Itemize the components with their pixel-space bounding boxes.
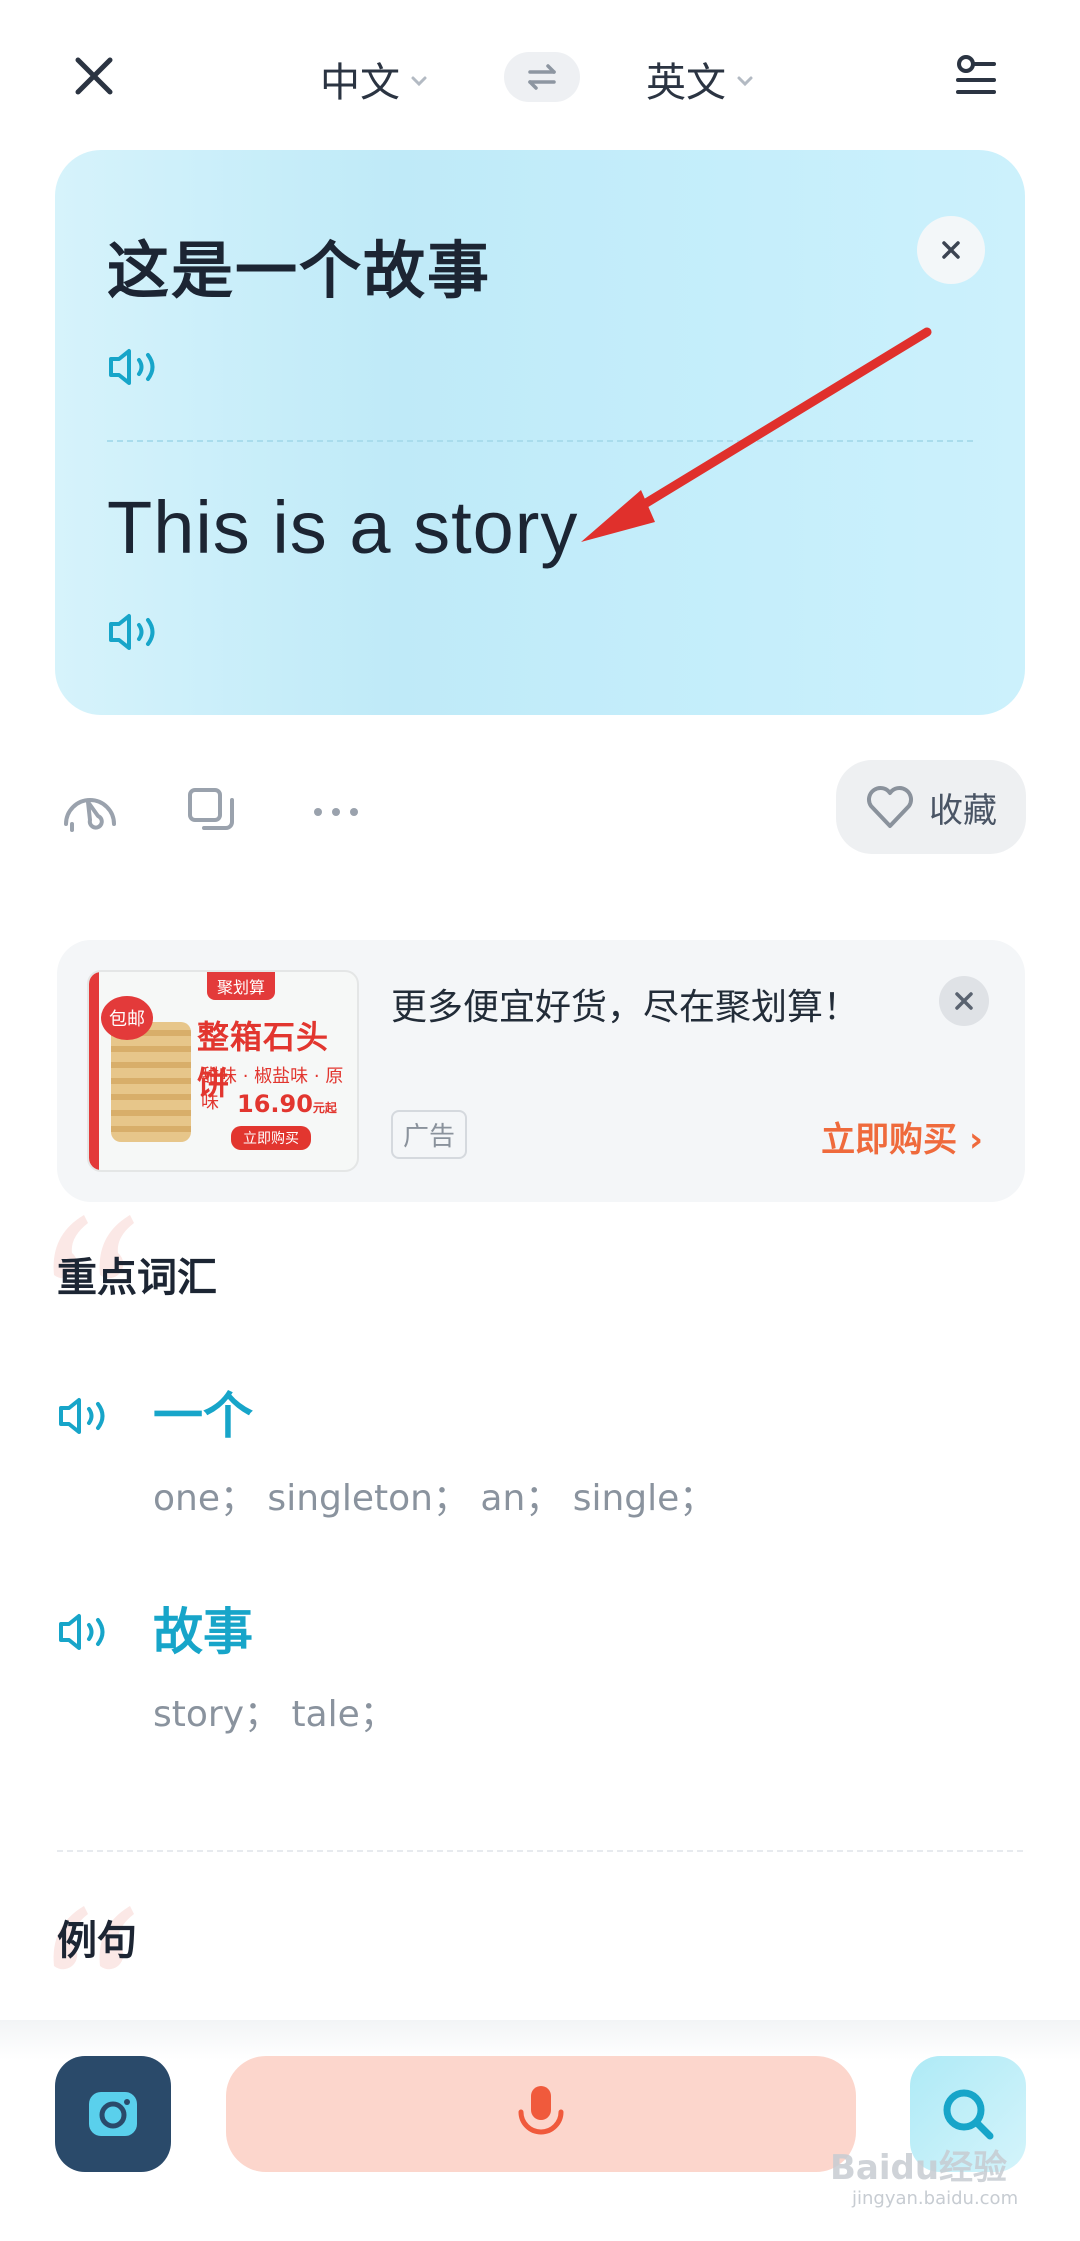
ad-tag: 广告 <box>391 1110 468 1159</box>
speaker-icon <box>59 1614 105 1650</box>
clear-input-button[interactable] <box>917 216 985 284</box>
vocab-term[interactable]: 故事 <box>153 1592 253 1664</box>
palette-icon <box>64 798 116 832</box>
speaker-icon <box>109 614 155 650</box>
translation-card: 这是一个故事 This is a story <box>55 150 1025 715</box>
close-button[interactable] <box>70 52 118 100</box>
ad-image-price: 16.90元起 <box>237 1090 337 1118</box>
speaker-icon <box>59 1398 105 1434</box>
camera-translate-button[interactable] <box>55 2056 171 2172</box>
more-dots-icon <box>314 808 358 816</box>
ad-image-product <box>111 1022 191 1142</box>
source-language-selector[interactable]: 中文 <box>320 50 430 108</box>
ad-card[interactable]: 聚划算 包邮 整箱石头饼 甜味 · 椒盐味 · 原味 16.90元起 立即购买 … <box>57 940 1025 1202</box>
swap-languages-button[interactable] <box>504 52 580 102</box>
play-translation-audio-button[interactable] <box>107 610 163 654</box>
source-language-label: 中文 <box>320 60 400 106</box>
ad-image[interactable]: 聚划算 包邮 整箱石头饼 甜味 · 椒盐味 · 原味 16.90元起 立即购买 <box>87 970 359 1172</box>
copy-icon <box>188 788 234 830</box>
voice-input-button[interactable] <box>226 2056 856 2172</box>
close-icon <box>942 241 960 259</box>
examples-title: 例句 <box>57 1918 137 1964</box>
vocab-audio-button[interactable] <box>57 1610 113 1654</box>
ad-headline: 更多便宜好货，尽在聚划算！ <box>391 987 860 1028</box>
copy-button[interactable] <box>180 780 244 844</box>
vocab-definitions: story； tale； <box>153 1694 396 1735</box>
result-actions: 收藏 <box>0 760 1080 860</box>
ad-image-price-unit: 元起 <box>312 1101 337 1115</box>
play-source-audio-button[interactable] <box>107 345 163 389</box>
ad-image-bag-label: 包邮 <box>101 996 153 1040</box>
translated-text: This is a story <box>107 486 579 569</box>
top-bar: 中文 英文 <box>0 0 1080 150</box>
camera-icon <box>89 2092 137 2136</box>
card-divider <box>107 440 973 442</box>
watermark: Baidu经验 <box>830 2148 1008 2188</box>
ad-image-price-value: 16.90 <box>237 1090 313 1118</box>
vocab-audio-button[interactable] <box>57 1394 113 1438</box>
content-fade <box>0 2020 1080 2060</box>
heart-icon <box>867 786 913 828</box>
ad-image-badge: 聚划算 <box>207 972 276 1000</box>
chevron-down-icon <box>737 76 753 87</box>
section-divider <box>57 1850 1023 1852</box>
style-button[interactable] <box>58 780 122 844</box>
ad-close-button[interactable] <box>939 976 989 1026</box>
favorite-label: 收藏 <box>929 790 997 831</box>
speaker-icon <box>109 349 155 385</box>
vocab-term[interactable]: 一个 <box>153 1376 253 1448</box>
vocabulary-title: 重点词汇 <box>57 1255 217 1301</box>
settings-sliders-icon <box>956 55 996 94</box>
source-text[interactable]: 这是一个故事 <box>107 220 491 310</box>
ad-buy-now-link[interactable]: 立即购买 › <box>821 1112 983 1161</box>
swap-icon <box>528 64 556 90</box>
more-options-button[interactable] <box>304 780 368 844</box>
vocab-definitions: one； singleton； an； single； <box>153 1478 716 1519</box>
favorite-button[interactable]: 收藏 <box>836 760 1026 854</box>
chevron-down-icon <box>411 76 427 87</box>
search-icon <box>943 2089 994 2140</box>
target-language-label: 英文 <box>646 60 726 106</box>
ad-image-stripe <box>89 972 99 1170</box>
close-icon <box>955 992 973 1010</box>
close-icon <box>75 57 113 95</box>
watermark-url: jingyan.baidu.com <box>852 2188 1019 2209</box>
microphone-icon <box>518 2086 564 2135</box>
target-language-selector[interactable]: 英文 <box>646 50 756 108</box>
ad-image-buy-label: 立即购买 <box>231 1126 311 1150</box>
settings-button[interactable] <box>952 52 1000 100</box>
